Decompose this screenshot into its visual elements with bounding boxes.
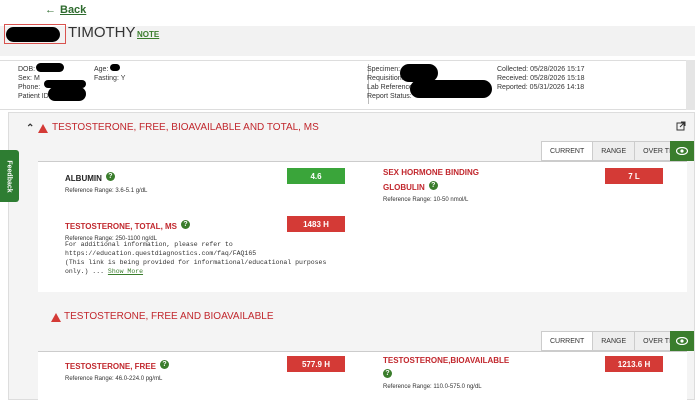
result-value: 4.6 bbox=[287, 168, 345, 184]
feedback-tab[interactable]: Feedback bbox=[0, 150, 19, 202]
test-shbg: SEX HORMONE BINDING GLOBULIN? Reference … bbox=[383, 168, 480, 203]
redacted-lab-ref bbox=[410, 80, 492, 98]
chevron-up-icon[interactable]: ⌃ bbox=[26, 123, 34, 134]
test-testosterone-free: TESTOSTERONE, FREE? Reference Range: 46.… bbox=[65, 356, 169, 382]
result-comment: For additional information, please refer… bbox=[65, 241, 327, 275]
result-value: 577.9 H bbox=[287, 356, 345, 372]
tab-current[interactable]: CURRENT bbox=[542, 332, 594, 350]
eye-icon[interactable] bbox=[670, 141, 694, 161]
help-icon[interactable]: ? bbox=[159, 360, 169, 370]
report-dates: Collected: 05/28/2026 15:17 Received: 05… bbox=[497, 66, 585, 91]
test-testosterone-bioavailable: TESTOSTERONE,BIOAVAILABLE ? Reference Ra… bbox=[383, 356, 510, 390]
divider bbox=[38, 161, 687, 162]
result-value: 1213.6 H bbox=[605, 356, 663, 372]
help-icon[interactable]: ? bbox=[105, 172, 115, 182]
tab-range[interactable]: RANGE bbox=[593, 332, 636, 350]
eye-icon[interactable] bbox=[670, 331, 694, 351]
test-albumin: ALBUMIN? Reference Range: 3.6-5.1 g/dL bbox=[65, 172, 148, 194]
tab-current[interactable]: CURRENT bbox=[542, 142, 594, 160]
result-value: 1483 H bbox=[287, 216, 345, 232]
info-scrollbar[interactable] bbox=[686, 60, 695, 110]
back-label: Back bbox=[60, 4, 87, 16]
result-value: 7 L bbox=[605, 168, 663, 184]
section-title: TESTOSTERONE, FREE AND BIOAVAILABLE bbox=[64, 311, 274, 322]
back-arrow-icon: ← bbox=[45, 4, 56, 16]
view-tabs: CURRENT RANGE OVER TIME bbox=[541, 331, 692, 351]
test-testosterone-total: TESTOSTERONE, TOTAL, MS? Reference Range… bbox=[65, 216, 191, 242]
show-more-link[interactable]: Show More bbox=[108, 268, 143, 275]
patient-name: TIMOTHY bbox=[68, 24, 136, 41]
tab-range[interactable]: RANGE bbox=[593, 142, 636, 160]
view-tabs: CURRENT RANGE OVER TIME bbox=[541, 141, 692, 161]
note-link[interactable]: NOTE bbox=[137, 30, 159, 39]
redacted-patient-id bbox=[48, 87, 86, 101]
back-link[interactable]: ← Back bbox=[45, 4, 86, 16]
warning-icon bbox=[38, 124, 48, 133]
help-icon[interactable]: ? bbox=[181, 220, 191, 230]
selection-box bbox=[4, 24, 66, 44]
external-link-icon[interactable] bbox=[676, 121, 686, 131]
redacted-age bbox=[110, 64, 120, 71]
redacted-dob bbox=[36, 63, 64, 72]
section-title: TESTOSTERONE, FREE, BIOAVAILABLE AND TOT… bbox=[52, 122, 319, 133]
warning-icon bbox=[51, 313, 61, 322]
divider bbox=[38, 351, 687, 352]
help-icon[interactable]: ? bbox=[383, 369, 392, 379]
help-icon[interactable]: ? bbox=[428, 181, 438, 191]
